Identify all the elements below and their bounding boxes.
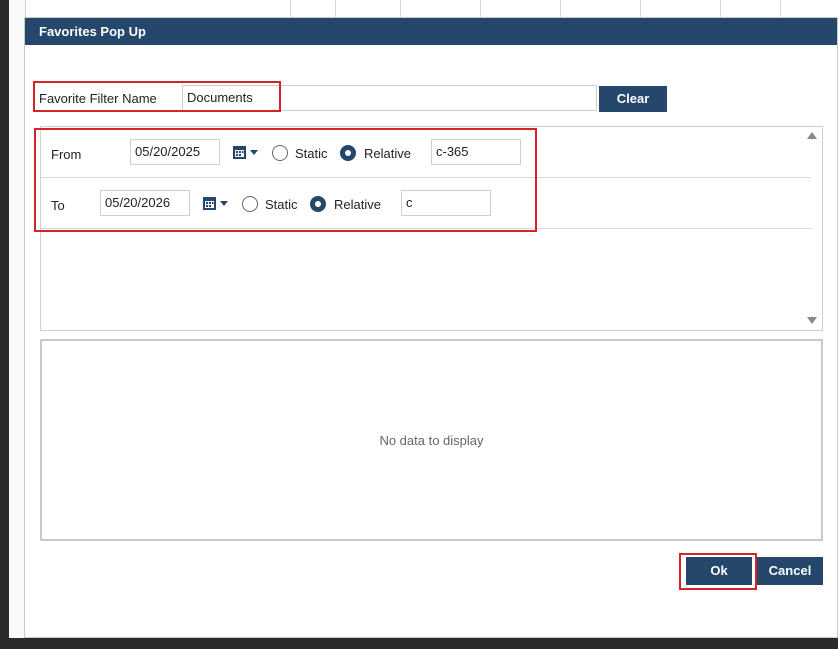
ok-button-highlight — [679, 553, 757, 590]
scroll-down-icon[interactable] — [807, 317, 817, 324]
scroll-up-icon[interactable] — [807, 132, 817, 139]
dialog-title: Favorites Pop Up — [25, 18, 837, 45]
date-range-highlight — [34, 128, 537, 232]
window-edge — [0, 0, 9, 649]
clear-button[interactable]: Clear — [599, 86, 667, 112]
window-bottom-edge — [0, 638, 838, 649]
favorite-filter-highlight — [33, 81, 281, 112]
favorites-dialog: Favorites Pop Up Favorite Filter Name Do… — [24, 17, 838, 638]
cancel-button[interactable]: Cancel — [757, 557, 823, 585]
empty-grid-message: No data to display — [379, 433, 484, 448]
results-grid: No data to display — [40, 339, 823, 541]
